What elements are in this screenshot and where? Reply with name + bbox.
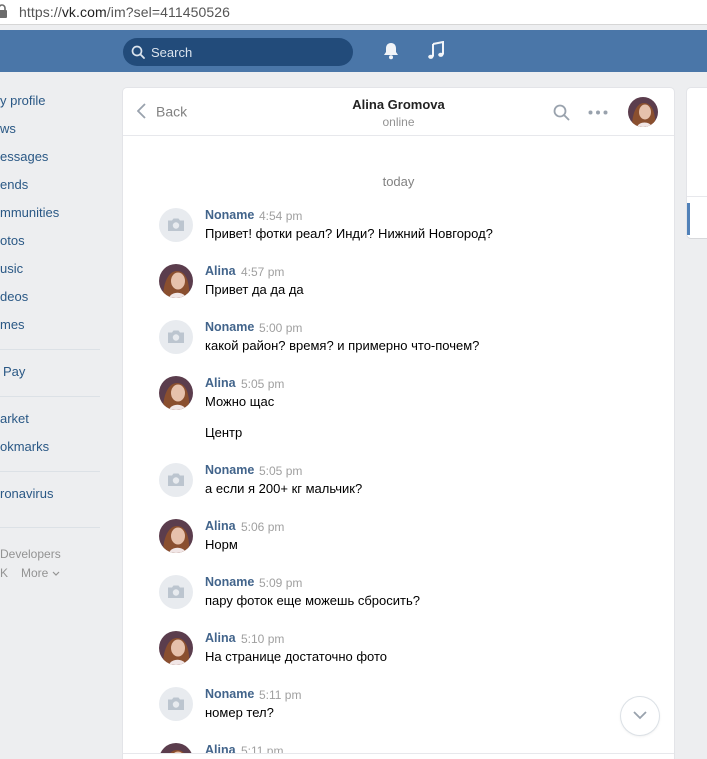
message-time: 5:05 pm [259, 464, 303, 478]
avatar[interactable] [628, 97, 658, 127]
sidebar-divider [0, 396, 100, 397]
divider [123, 753, 674, 754]
message-author[interactable]: Noname [205, 575, 254, 589]
active-indicator [687, 203, 690, 235]
search-icon [131, 45, 145, 59]
message-text: Можно щас [205, 394, 275, 409]
message-author[interactable]: Noname [205, 687, 254, 701]
sidebar-item-photos[interactable]: otos [0, 230, 25, 252]
message-text: На странице достаточно фото [205, 649, 388, 664]
divider [687, 196, 707, 197]
message-item[interactable]: Alina 5:11 pm [159, 743, 639, 753]
sidebar-divider [0, 471, 100, 472]
message-text: Центр [205, 425, 243, 440]
message-time: 5:10 pm [241, 632, 285, 646]
sidebar-item-games[interactable]: mes [0, 314, 25, 336]
camera-icon [168, 330, 184, 343]
avatar[interactable] [159, 743, 193, 753]
music-icon[interactable] [426, 41, 446, 61]
chat-status: online [382, 115, 415, 129]
sidebar-item-music[interactable]: usic [0, 258, 23, 280]
message-time: 4:57 pm [241, 265, 285, 279]
message-text: какой район? время? и примерно что-почем… [205, 338, 480, 353]
sidebar-item-coronavirus[interactable]: ronavirus [0, 483, 53, 505]
right-panel [687, 88, 707, 238]
sidebar-item-pay[interactable]: Pay [3, 361, 25, 383]
lock-icon [0, 4, 7, 18]
scroll-down-button[interactable] [621, 697, 659, 735]
profile-photo-icon [159, 264, 193, 298]
sidebar-item-videos[interactable]: deos [0, 286, 28, 308]
sidebar-item-friends[interactable]: ends [0, 174, 28, 196]
message-author[interactable]: Noname [205, 208, 254, 222]
message-text: а если я 200+ кг мальчик? [205, 481, 363, 496]
profile-photo-icon [159, 631, 193, 665]
avatar[interactable] [159, 575, 193, 609]
camera-icon [168, 697, 184, 710]
message-text: Привет да да да [205, 282, 304, 297]
profile-photo-icon [159, 519, 193, 553]
avatar[interactable] [159, 320, 193, 354]
profile-photo-icon [159, 743, 193, 753]
url-text[interactable]: https://vk.com/im?sel=411450526 [19, 4, 230, 20]
chat-header: Back Alina Gromova online [123, 88, 674, 136]
camera-icon [168, 218, 184, 231]
message-time: 5:11 pm [259, 688, 302, 702]
profile-photo-icon [628, 97, 658, 127]
footer-more[interactable]: More [21, 566, 60, 580]
footer-more-label: More [21, 566, 49, 580]
url-host: vk.com [61, 4, 107, 20]
message-author[interactable]: Alina [205, 376, 236, 390]
sidebar-item-communities[interactable]: mmunities [0, 202, 59, 224]
avatar[interactable] [159, 687, 193, 721]
profile-photo-icon [159, 376, 193, 410]
message-text: номер тел? [205, 705, 274, 720]
sidebar-item-messages[interactable]: essages [0, 146, 48, 168]
search-input[interactable]: Search [123, 38, 353, 66]
bell-icon[interactable] [381, 41, 401, 61]
avatar[interactable] [159, 631, 193, 665]
message-author[interactable]: Alina [205, 519, 236, 533]
message-author[interactable]: Alina [205, 264, 236, 278]
avatar[interactable] [159, 208, 193, 242]
address-bar[interactable]: https://vk.com/im?sel=411450526 [0, 0, 707, 25]
avatar[interactable] [159, 463, 193, 497]
message-author[interactable]: Alina [205, 631, 236, 645]
message-text: Норм [205, 537, 238, 552]
message-time: 5:05 pm [241, 377, 285, 391]
footer-link-developers[interactable]: Developers [0, 547, 61, 561]
avatar[interactable] [159, 264, 193, 298]
message-time: 4:54 pm [259, 209, 303, 223]
message-time: 5:06 pm [241, 520, 285, 534]
url-path: /im?sel=411450526 [106, 4, 231, 20]
search-placeholder: Search [151, 45, 193, 60]
top-header: Search [0, 30, 707, 72]
sidebar-divider [0, 527, 100, 528]
camera-icon [168, 473, 184, 486]
chat-panel: Back Alina Gromova online today Noname 4… [123, 88, 674, 759]
sidebar-item-news[interactable]: ws [0, 118, 16, 140]
message-time: 5:00 pm [259, 321, 303, 335]
chevron-down-icon [633, 711, 647, 720]
camera-icon [168, 585, 184, 598]
url-scheme: https:// [19, 4, 62, 20]
message-author[interactable]: Noname [205, 320, 254, 334]
message-text: Привет! фотки реал? Инди? Нижний Новгоро… [205, 226, 493, 241]
date-separator: today [382, 174, 415, 189]
sidebar-item-market[interactable]: arket [0, 408, 29, 430]
chevron-down-icon [52, 571, 60, 577]
message-author[interactable]: Noname [205, 463, 254, 477]
sidebar-item-bookmarks[interactable]: okmarks [0, 436, 49, 458]
message-author[interactable]: Alina [205, 743, 236, 753]
avatar[interactable] [159, 376, 193, 410]
message-time: 5:11 pm [241, 744, 284, 753]
message-text: пару фоток еще можешь сбросить? [205, 593, 420, 608]
sidebar-item-my-profile[interactable]: y profile [0, 90, 46, 112]
avatar[interactable] [159, 519, 193, 553]
footer-link-vk[interactable]: K [0, 566, 8, 580]
message-time: 5:09 pm [259, 576, 303, 590]
sidebar-divider [0, 349, 100, 350]
search-icon[interactable] [553, 104, 570, 121]
more-icon[interactable] [588, 110, 608, 115]
